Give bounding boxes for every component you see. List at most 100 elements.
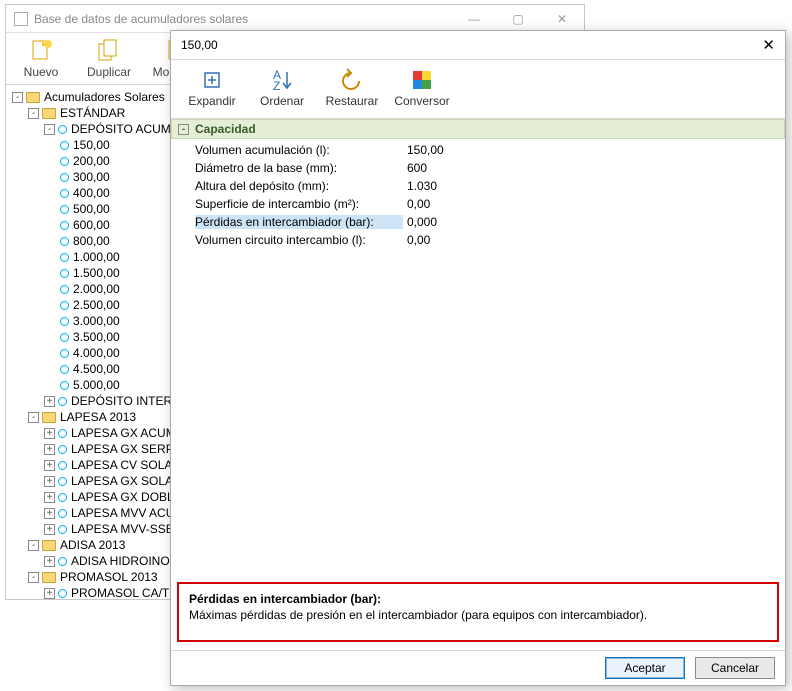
collapse-icon[interactable]: - (28, 540, 39, 551)
duplicar-button[interactable]: Duplicar (84, 37, 134, 84)
item-icon (60, 301, 69, 310)
description-text: Máximas pérdidas de presión en el interc… (189, 608, 767, 622)
tree-label: ESTÁNDAR (60, 105, 125, 121)
tree-label: DEPÓSITO INTER (71, 393, 172, 409)
restaurar-label: Restaurar (326, 94, 379, 108)
tree-label: LAPESA 2013 (60, 409, 136, 425)
item-icon (60, 285, 69, 294)
item-icon (58, 525, 67, 534)
folder-icon (42, 572, 56, 583)
front-titlebar: 150,00 ✕ (171, 31, 785, 59)
cancelar-button[interactable]: Cancelar (695, 657, 775, 679)
item-icon (60, 173, 69, 182)
group-header[interactable]: - Capacidad (171, 119, 785, 139)
restaurar-button[interactable]: Restaurar (323, 66, 381, 118)
tree-label: 600,00 (73, 217, 110, 233)
property-value[interactable]: 0,00 (407, 197, 430, 211)
group-label: Capacidad (195, 122, 256, 136)
property-row[interactable]: Superficie de intercambio (m²): 0,00 (195, 195, 785, 213)
converter-icon (408, 66, 436, 94)
tree-label: 1.000,00 (73, 249, 120, 265)
property-row[interactable]: Diámetro de la base (mm): 600 (195, 159, 785, 177)
expand-icon[interactable]: + (44, 508, 55, 519)
item-icon (60, 349, 69, 358)
description-title: Pérdidas en intercambiador (bar): (189, 592, 767, 606)
close-button[interactable]: ✕ (540, 5, 584, 33)
folder-icon (26, 92, 40, 103)
expandir-button[interactable]: Expandir (183, 66, 241, 118)
tree-label: LAPESA GX DOBL (71, 489, 174, 505)
item-icon (58, 477, 67, 486)
collapse-icon[interactable]: - (28, 572, 39, 583)
item-icon (58, 429, 67, 438)
ordenar-button[interactable]: AZ Ordenar (253, 66, 311, 118)
item-icon (60, 365, 69, 374)
property-row[interactable]: Altura del depósito (mm):1.030 (195, 177, 785, 195)
collapse-icon[interactable]: - (28, 108, 39, 119)
expand-icon[interactable]: + (44, 524, 55, 535)
app-icon (14, 12, 28, 26)
property-name: Diámetro de la base (mm): (195, 161, 403, 175)
tree-label: LAPESA CV SOLA (71, 457, 172, 473)
expand-icon[interactable]: + (44, 588, 55, 599)
property-row[interactable]: Volumen circuito intercambio (l):0,00 (195, 231, 785, 249)
window-controls: — ▢ ✕ (452, 5, 584, 33)
new-icon (27, 37, 55, 65)
property-value[interactable]: 0,000 (407, 215, 437, 229)
collapse-icon[interactable]: - (28, 412, 39, 423)
property-value[interactable]: 150,00 (407, 143, 444, 157)
duplicate-icon (95, 37, 123, 65)
collapse-icon[interactable]: - (12, 92, 23, 103)
close-icon[interactable]: ✕ (762, 36, 775, 54)
property-value[interactable]: 1.030 (407, 179, 437, 193)
expand-icon[interactable]: + (44, 492, 55, 503)
tree-label: PROMASOL CA/T (71, 585, 169, 601)
item-icon (58, 509, 67, 518)
tree-label: 3.000,00 (73, 313, 120, 329)
property-value[interactable]: 600 (407, 161, 427, 175)
conversor-button[interactable]: Conversor (393, 66, 451, 118)
property-row[interactable]: Pérdidas en intercambiador (bar):0,000 (195, 213, 785, 231)
expand-icon[interactable]: + (44, 396, 55, 407)
sort-icon: AZ (268, 66, 296, 94)
collapse-icon[interactable]: - (44, 124, 55, 135)
aceptar-button[interactable]: Aceptar (605, 657, 685, 679)
expand-icon[interactable]: + (44, 428, 55, 439)
dialog-title: 150,00 (181, 38, 218, 52)
property-name: Superficie de intercambio (m²): (195, 197, 403, 211)
nuevo-label: Nuevo (24, 65, 59, 79)
expand-icon[interactable]: + (44, 476, 55, 487)
tree-label: 2.000,00 (73, 281, 120, 297)
tree-label: 800,00 (73, 233, 110, 249)
item-icon (60, 141, 69, 150)
property-grid: - Capacidad Volumen acumulación (l):150,… (171, 119, 785, 582)
item-icon (58, 397, 67, 406)
expand-icon (198, 66, 226, 94)
item-icon (58, 461, 67, 470)
duplicar-label: Duplicar (87, 65, 131, 79)
tree-label: ADISA 2013 (60, 537, 125, 553)
property-list: Volumen acumulación (l):150,00Diámetro d… (171, 139, 785, 249)
tree-label: LAPESA GX ACUM (71, 425, 176, 441)
property-value[interactable]: 0,00 (407, 233, 430, 247)
item-icon (60, 189, 69, 198)
expand-icon[interactable]: + (44, 444, 55, 455)
tree-label: 150,00 (73, 137, 110, 153)
minimize-button[interactable]: — (452, 5, 496, 33)
nuevo-button[interactable]: Nuevo (16, 37, 66, 84)
tree-label: 2.500,00 (73, 297, 120, 313)
item-icon (58, 125, 67, 134)
expand-icon[interactable]: + (44, 460, 55, 471)
item-icon (60, 221, 69, 230)
tree-label: LAPESA GX SOLA (71, 473, 173, 489)
tree-label: 300,00 (73, 169, 110, 185)
maximize-button[interactable]: ▢ (496, 5, 540, 33)
expandir-label: Expandir (188, 94, 235, 108)
tree-label: 4.500,00 (73, 361, 120, 377)
expand-icon[interactable]: + (44, 556, 55, 567)
tree-label: LAPESA MVV ACU (71, 505, 174, 521)
svg-text:Z: Z (273, 79, 280, 93)
item-icon (58, 589, 67, 598)
collapse-icon[interactable]: - (178, 124, 189, 135)
property-row[interactable]: Volumen acumulación (l):150,00 (195, 141, 785, 159)
